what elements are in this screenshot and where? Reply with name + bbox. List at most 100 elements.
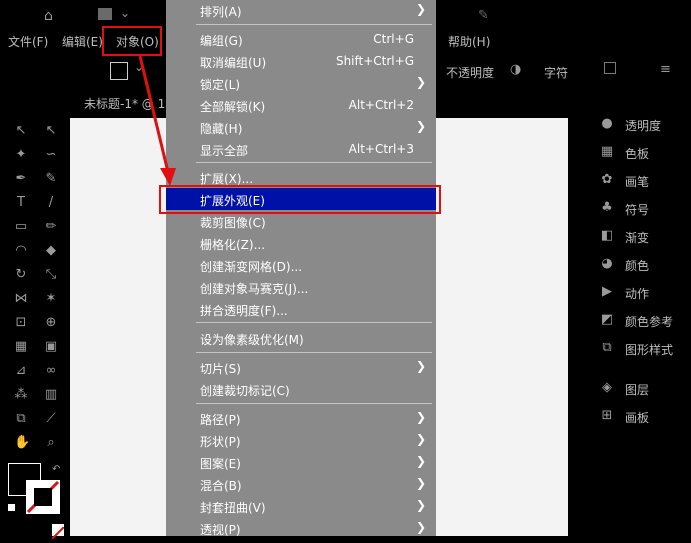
menu-separator	[196, 162, 432, 163]
slice-tool-icon[interactable]: ⟋	[44, 412, 58, 426]
menu-item-group[interactable]: 编组(G) Ctrl+G	[166, 28, 436, 50]
menu-item-create-object-mosaic[interactable]: 创建对象马赛克(J)...	[166, 276, 436, 298]
actions-icon: ▶	[602, 284, 612, 299]
eyedropper-icon[interactable]: ⊿	[14, 364, 28, 378]
brush-icon: ✿	[601, 172, 613, 187]
shaper-tool-icon[interactable]: ◠	[14, 244, 28, 258]
workspace-icon[interactable]	[98, 8, 112, 20]
menu-item-lock[interactable]: 锁定(L) ❯	[166, 72, 436, 94]
swatches-icon: ▦	[600, 144, 614, 159]
panel-item-graphic-styles[interactable]: ⧉ 图形样式	[595, 339, 691, 357]
menu-separator	[196, 24, 432, 25]
direct-selection-tool-icon[interactable]: ↖	[44, 124, 58, 138]
chevron-right-icon: ❯	[415, 2, 426, 16]
curvature-tool-icon[interactable]: ✎	[44, 172, 58, 186]
panel-item-artboards[interactable]: ⊞ 画板	[595, 407, 691, 425]
chevron-right-icon: ❯	[415, 359, 426, 373]
menu-item-create-gradient-mesh[interactable]: 创建渐变网格(D)...	[166, 254, 436, 276]
panel-item-transparency[interactable]: ● 透明度	[595, 115, 691, 133]
menu-item-arrange[interactable]: 排列(A) ❯	[166, 0, 436, 21]
graph-tool-icon[interactable]: ▥	[44, 388, 58, 402]
menu-item-pixel-perfect[interactable]: 设为像素级优化(M)	[166, 327, 436, 349]
menu-item-shape[interactable]: 形状(P) ❯	[166, 429, 436, 451]
panel-item-color[interactable]: ◕ 颜色	[595, 255, 691, 273]
menu-item-slice[interactable]: 切片(S) ❯	[166, 356, 436, 378]
symbols-icon: ♣	[601, 200, 613, 215]
lasso-icon[interactable]: ∽	[44, 148, 58, 162]
menu-item-create-trim-marks[interactable]: 创建裁切标记(C)	[166, 378, 436, 400]
menu-item-ungroup[interactable]: 取消编组(U) Shift+Ctrl+G	[166, 50, 436, 72]
layers-icon: ◈	[602, 380, 612, 395]
panel-item-layers[interactable]: ◈ 图层	[595, 379, 691, 397]
opacity-label[interactable]: 不透明度	[446, 64, 494, 81]
menu-item-path[interactable]: 路径(P) ❯	[166, 407, 436, 429]
annotation-box-expand-appearance	[159, 185, 441, 214]
panel-item-swatches[interactable]: ▦ 色板	[595, 143, 691, 161]
paintbrush-icon[interactable]: ✏	[44, 220, 58, 234]
hand-tool-icon[interactable]: ✋	[14, 436, 30, 450]
perspective-grid-icon[interactable]: ▦	[14, 340, 28, 354]
object-menu-dropdown: 排列(A) ❯ 编组(G) Ctrl+G 取消编组(U) Shift+Ctrl+G 锁…	[166, 0, 436, 537]
menu-item-unlock-all[interactable]: 全部解锁(K) Alt+Ctrl+2	[166, 94, 436, 116]
align-icon[interactable]	[604, 62, 616, 74]
menu-separator	[196, 403, 432, 404]
menu-icon[interactable]: ≡	[660, 62, 671, 77]
shape-builder-icon[interactable]: ⊕	[44, 316, 58, 330]
scale-tool-icon[interactable]: ⤡	[44, 268, 58, 282]
zoom-tool-icon[interactable]: ⌕	[44, 436, 58, 450]
transparency-icon: ●	[601, 116, 613, 131]
char-label[interactable]: 字符	[544, 64, 568, 81]
recolor-icon[interactable]: ◑	[510, 62, 521, 77]
gradient-icon: ◧	[600, 228, 614, 243]
color-icon: ◕	[601, 256, 613, 271]
chevron-right-icon: ❯	[415, 75, 426, 89]
panel-item-gradient[interactable]: ◧ 渐变	[595, 227, 691, 245]
brush-tool-icon[interactable]: ✎	[478, 8, 489, 23]
chevron-right-icon: ❯	[415, 520, 426, 534]
rotate-tool-icon[interactable]: ↻	[14, 268, 28, 282]
pen-tool-icon[interactable]: ✒	[14, 172, 28, 186]
menu-edit[interactable]: 编辑(E)	[62, 33, 103, 50]
eraser-tool-icon[interactable]: ◆	[44, 244, 58, 258]
chevron-down-icon[interactable]: ⌄	[120, 6, 130, 20]
artboards-icon: ⊞	[601, 408, 613, 423]
line-tool-icon[interactable]: /	[44, 196, 58, 210]
menu-item-hide[interactable]: 隐藏(H) ❯	[166, 116, 436, 138]
stroke-color-swatch[interactable]	[26, 480, 60, 514]
mesh-tool-icon[interactable]: ▣	[44, 340, 58, 354]
menu-help[interactable]: 帮助(H)	[448, 33, 490, 50]
blend-tool-icon[interactable]: ∞	[44, 364, 58, 378]
chevron-right-icon: ❯	[415, 454, 426, 468]
menu-item-envelope-distort[interactable]: 封套扭曲(V) ❯	[166, 495, 436, 517]
home-icon[interactable]: ⌂	[44, 8, 53, 24]
menu-item-rasterize[interactable]: 栅格化(Z)...	[166, 232, 436, 254]
panel-item-actions[interactable]: ▶ 动作	[595, 283, 691, 301]
none-swatch[interactable]	[51, 524, 65, 540]
menu-file[interactable]: 文件(F)	[8, 33, 48, 50]
menu-item-flatten-transparency[interactable]: 拼合透明度(F)...	[166, 298, 436, 320]
menu-item-blend[interactable]: 混合(B) ❯	[166, 473, 436, 495]
artboard-tool-icon[interactable]: ⧉	[14, 412, 28, 426]
width-tool-icon[interactable]: ⋈	[14, 292, 28, 306]
menu-separator	[196, 322, 432, 323]
menu-item-pattern[interactable]: 图案(E) ❯	[166, 451, 436, 473]
default-colors-icon[interactable]	[8, 504, 15, 511]
no-color-slash-icon	[26, 480, 60, 514]
panel-item-color-guide[interactable]: ◩ 颜色参考	[595, 311, 691, 329]
magic-wand-icon[interactable]: ✦	[14, 148, 28, 162]
selection-tool-icon[interactable]: ↖	[14, 124, 28, 138]
symbol-sprayer-icon[interactable]: ⁂	[14, 388, 28, 402]
swap-colors-icon[interactable]: ↶	[52, 464, 60, 475]
menu-item-show-all[interactable]: 显示全部 Alt+Ctrl+3	[166, 138, 436, 160]
color-guide-icon: ◩	[600, 312, 614, 327]
rectangle-tool-icon[interactable]: ▭	[14, 220, 28, 234]
graphic-styles-icon: ⧉	[602, 340, 612, 355]
type-tool-icon[interactable]: T	[14, 196, 28, 210]
panel-item-brushes[interactable]: ✿ 画笔	[595, 171, 691, 189]
free-transform-icon[interactable]: ⊡	[14, 316, 28, 330]
none-slash-icon	[51, 526, 65, 540]
right-panel-dock: ● 透明度 ▦ 色板 ✿ 画笔 ♣ 符号 ◧ 渐变 ◕ 颜色 ▶ 动作 ◩ 颜色参考 ⧉ 图形样式…	[595, 108, 691, 428]
panel-item-symbols[interactable]: ♣ 符号	[595, 199, 691, 217]
warp-tool-icon[interactable]: ✶	[44, 292, 58, 306]
fill-swatch[interactable]	[110, 62, 128, 80]
